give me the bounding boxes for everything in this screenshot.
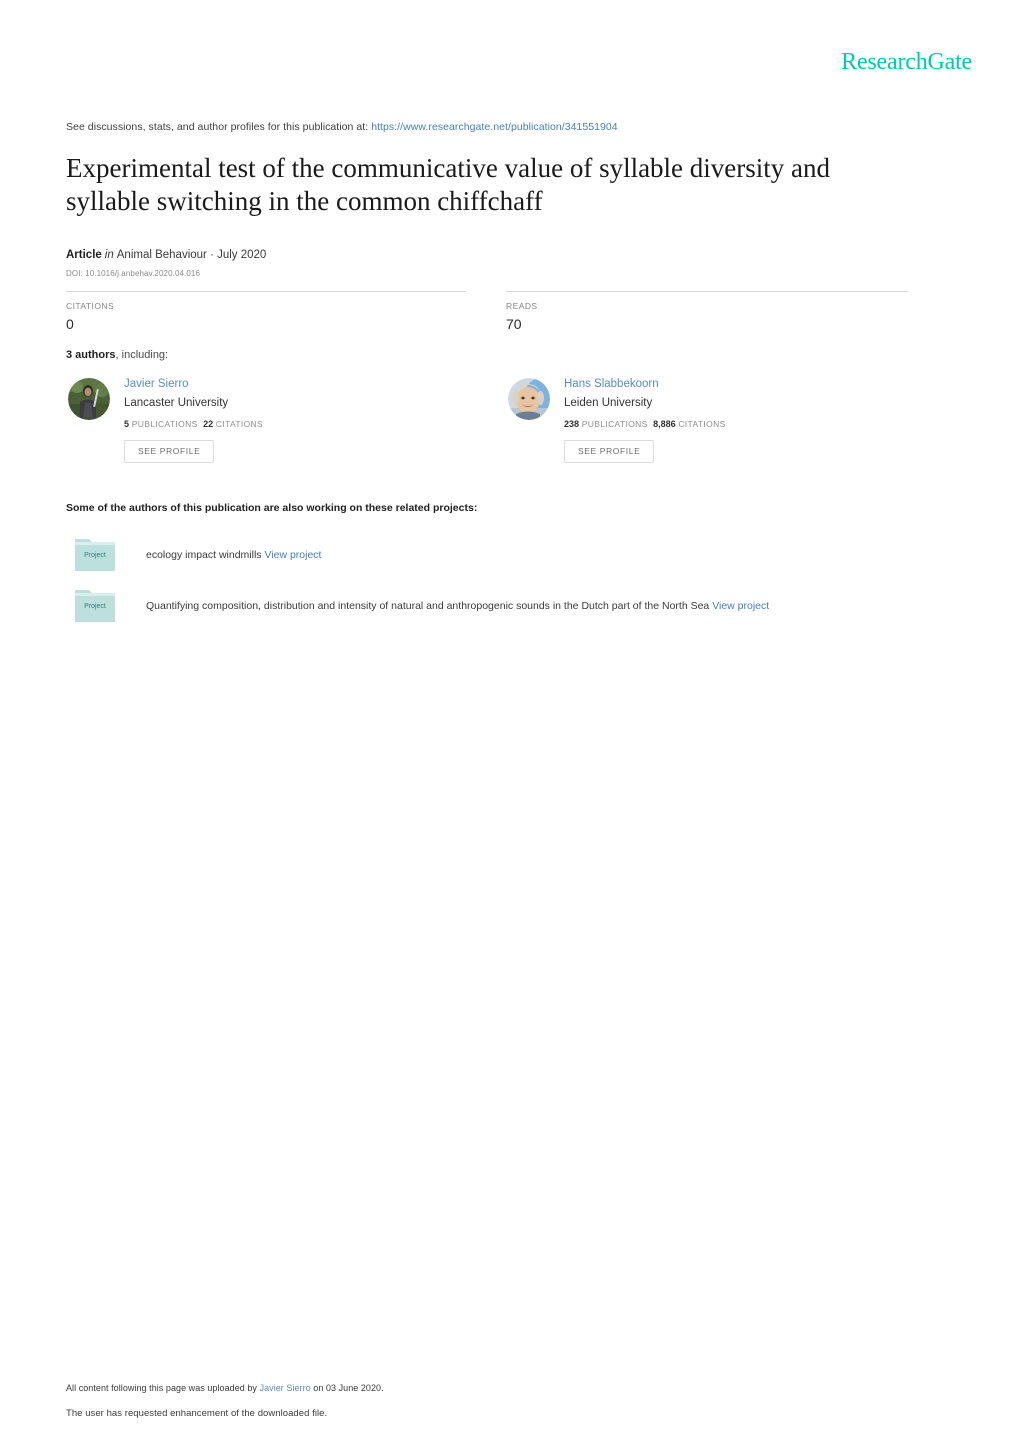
- enhancement-note: The user has requested enhancement of th…: [66, 1408, 328, 1419]
- author-citations-label: CITATIONS: [678, 419, 726, 429]
- article-meta: Article in Animal Behaviour · July 2020: [66, 249, 266, 261]
- article-in-label: in: [104, 249, 114, 261]
- discussions-line: See discussions, stats, and author profi…: [66, 121, 618, 133]
- author-citations-count: 22: [203, 419, 214, 429]
- article-doi: DOI: 10.1016/j.anbehav.2020.04.016: [66, 269, 201, 278]
- upload-prefix: All content following this page was uplo…: [66, 1383, 257, 1393]
- divider-right: [506, 291, 908, 292]
- see-profile-button[interactable]: SEE PROFILE: [564, 440, 655, 463]
- citations-stat: CITATIONS 0: [66, 301, 114, 331]
- author-citations-label: CITATIONS: [215, 419, 264, 429]
- folder-icon: Project: [74, 586, 116, 624]
- author-citations-count: 8,886: [653, 419, 676, 429]
- author-publications-label: PUBLICATIONS: [131, 419, 198, 429]
- folder-icon: Project: [74, 535, 116, 573]
- author-name-link[interactable]: Hans Slabbekoorn: [564, 377, 924, 391]
- projects-heading: Some of the authors of this publication …: [66, 502, 478, 514]
- view-project-link[interactable]: View project: [712, 600, 769, 612]
- reads-stat: READS 70: [506, 301, 538, 331]
- uploader-link[interactable]: Javier Sierro: [260, 1383, 311, 1393]
- citations-label: CITATIONS: [66, 301, 115, 311]
- upload-suffix: on 03 June 2020.: [313, 1383, 384, 1393]
- article-type-label: Article: [66, 249, 102, 261]
- reads-value: 70: [506, 316, 522, 332]
- discussions-prefix: See discussions, stats, and author profi…: [66, 121, 369, 133]
- author-publications-label: PUBLICATIONS: [581, 419, 648, 429]
- svg-text:Project: Project: [84, 603, 106, 610]
- page-title: Experimental test of the communicative v…: [66, 153, 831, 216]
- author-card: Javier Sierro Lancaster University 5 PUB…: [66, 377, 486, 477]
- project-title: ecology impact windmills: [146, 549, 262, 561]
- view-project-link[interactable]: View project: [264, 549, 321, 561]
- authors-heading: 3 authors, including:: [66, 349, 168, 361]
- project-text: ecology impact windmills View project: [146, 548, 321, 562]
- researchgate-logo: ResearchGate: [841, 49, 972, 75]
- author-affiliation: Lancaster University: [124, 397, 229, 409]
- authors-count: 3 authors: [66, 349, 116, 361]
- see-profile-button[interactable]: SEE PROFILE: [124, 440, 215, 463]
- author-publications-count: 5: [124, 419, 130, 429]
- author-details: Hans Slabbekoorn Leiden University 238 P…: [564, 377, 924, 463]
- researchgate-publication-page: ResearchGate See discussions, stats, and…: [0, 0, 1020, 1441]
- author-publications-count: 238: [564, 419, 580, 429]
- citations-value: 0: [66, 316, 74, 332]
- upload-note: All content following this page was uplo…: [66, 1383, 384, 1393]
- avatar[interactable]: [68, 378, 110, 420]
- svg-text:Project: Project: [84, 552, 106, 559]
- divider-left: [66, 291, 466, 292]
- reads-label: READS: [506, 301, 538, 311]
- authors-count-suffix: , including:: [115, 349, 169, 361]
- article-journal-date: Animal Behaviour · July 2020: [116, 249, 267, 261]
- project-title: Quantifying composition, distribution an…: [146, 600, 710, 612]
- project-text: Quantifying composition, distribution an…: [146, 599, 769, 613]
- publication-url-link[interactable]: https://www.researchgate.net/publication…: [371, 121, 618, 133]
- author-affiliation: Leiden University: [564, 397, 653, 409]
- author-stats: 238 PUBLICATIONS 8,886 CITATIONS: [564, 419, 924, 429]
- author-details: Javier Sierro Lancaster University 5 PUB…: [124, 377, 484, 463]
- author-name-link[interactable]: Javier Sierro: [124, 377, 484, 391]
- author-stats: 5 PUBLICATIONS 22 CITATIONS: [124, 419, 484, 429]
- author-card: Hans Slabbekoorn Leiden University 238 P…: [506, 377, 926, 477]
- avatar[interactable]: [508, 378, 550, 420]
